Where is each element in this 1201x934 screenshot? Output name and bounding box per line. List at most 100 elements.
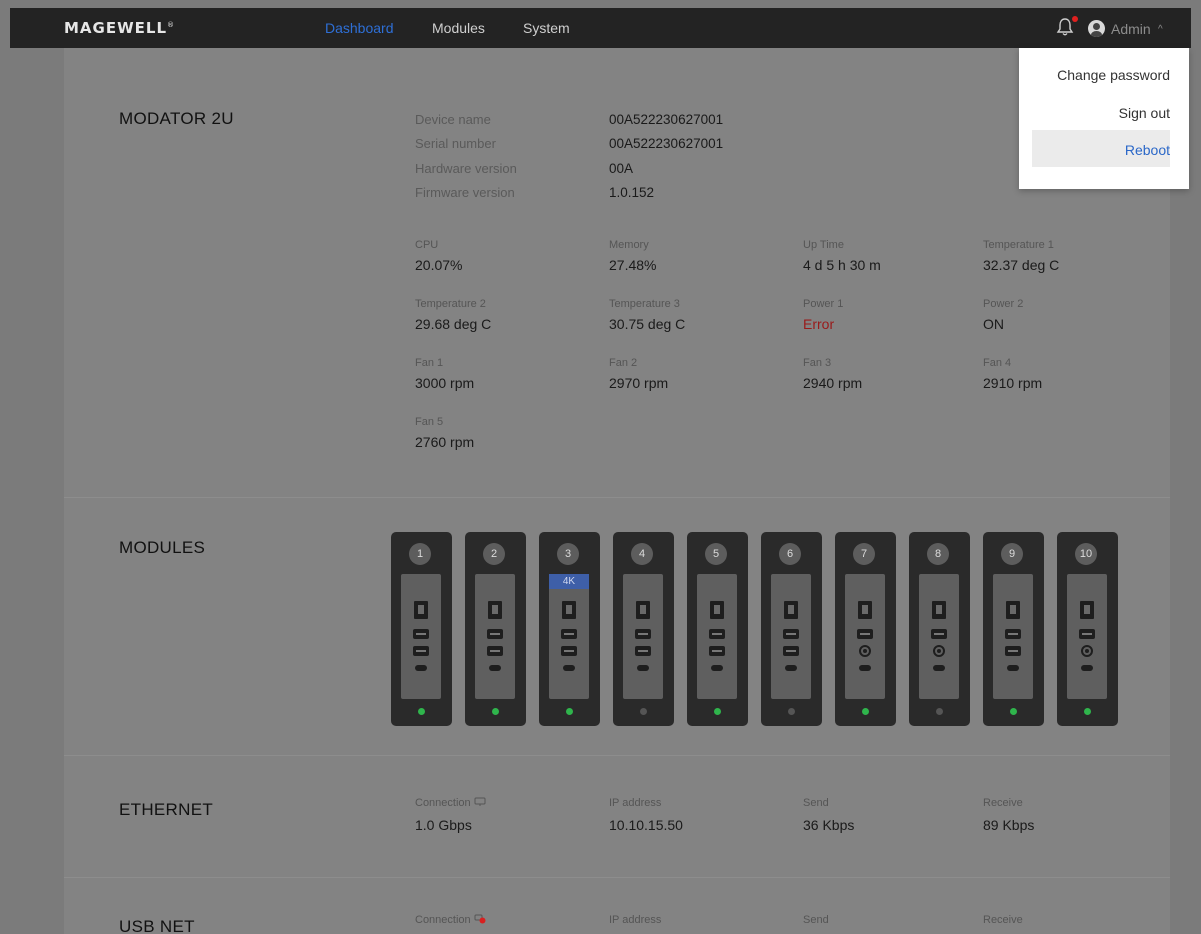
info-value-firmware: 1.0.152: [609, 185, 655, 200]
hdmi-port-icon: [487, 646, 503, 656]
usb-c-port-icon: [933, 665, 945, 671]
module-slot-4[interactable]: 4: [613, 532, 674, 726]
module-number: 10: [1075, 543, 1097, 565]
module-slot-1[interactable]: 1: [391, 532, 452, 726]
connection-label: Connection: [415, 797, 471, 809]
connection-monitor-icon: [474, 797, 486, 806]
nav-system[interactable]: System: [523, 20, 570, 36]
info-label-hardware: Hardware version: [415, 161, 517, 176]
usb-c-port-icon: [489, 665, 501, 671]
stat-label: Power 1: [803, 298, 844, 310]
reboot-item[interactable]: Reboot: [1125, 142, 1170, 158]
info-value-hardware: 00A: [609, 161, 634, 176]
info-label-serial: Serial number: [415, 136, 496, 151]
hdmi-port-icon: [487, 629, 503, 639]
hdmi-port-icon: [931, 629, 947, 639]
module-slot-8[interactable]: 8: [909, 532, 970, 726]
module-number: 5: [705, 543, 727, 565]
hdmi-port-icon: [1005, 629, 1021, 639]
stat-label: IP address: [609, 797, 662, 809]
sdi-port-icon: [859, 645, 871, 657]
module-slot-2[interactable]: 2: [465, 532, 526, 726]
avatar-icon[interactable]: [1088, 20, 1105, 37]
stat-label: Fan 5: [415, 416, 444, 428]
hdmi-port-icon: [561, 646, 577, 656]
module-slot-10[interactable]: 10: [1057, 532, 1118, 726]
user-menu-label[interactable]: Admin: [1111, 21, 1151, 37]
chevron-up-icon[interactable]: ^: [1158, 24, 1163, 35]
info-value-serial: 00A522230627001: [609, 136, 724, 151]
section-divider: [64, 497, 1170, 498]
stat-value: 2970 rpm: [609, 375, 669, 391]
notification-dot: [1072, 16, 1078, 22]
brand-logo[interactable]: MAGEWELL®: [64, 19, 175, 37]
status-led: [492, 708, 499, 715]
stat-value: 4 d 5 h 30 m: [803, 257, 881, 273]
module-slot-9[interactable]: 9: [983, 532, 1044, 726]
ethernet-port-icon: [1080, 601, 1094, 619]
module-port-panel: [845, 574, 885, 699]
stat-label: Receive: [983, 914, 1023, 926]
usb-c-port-icon: [785, 665, 797, 671]
stat-value: ON: [983, 316, 1004, 332]
sign-out-item[interactable]: Sign out: [1119, 105, 1170, 121]
status-led: [788, 708, 795, 715]
status-led: [566, 708, 573, 715]
connection-label: Connection: [415, 914, 471, 926]
usb-c-port-icon: [859, 665, 871, 671]
ethernet-port-icon: [932, 601, 946, 619]
stat-label: Connection: [415, 797, 486, 809]
stat-label: Temperature 3: [609, 298, 680, 310]
change-password-item[interactable]: Change password: [1057, 67, 1170, 83]
module-number: 8: [927, 543, 949, 565]
module-number: 4: [631, 543, 653, 565]
stat-value: 29.68 deg C: [415, 316, 492, 332]
status-led: [418, 708, 425, 715]
module-slot-5[interactable]: 5: [687, 532, 748, 726]
stat-value: 2910 rpm: [983, 375, 1043, 391]
sdi-port-icon: [1081, 645, 1093, 657]
ethernet-port-icon: [784, 601, 798, 619]
module-port-panel: [549, 574, 589, 699]
module-slot-6[interactable]: 6: [761, 532, 822, 726]
module-number: 6: [779, 543, 801, 565]
usb-c-port-icon: [415, 665, 427, 671]
brand-mark: ®: [167, 21, 176, 29]
status-led: [1010, 708, 1017, 715]
module-port-panel: [401, 574, 441, 699]
ethernet-port-icon: [1006, 601, 1020, 619]
module-slot-3[interactable]: 3 4K: [539, 532, 600, 726]
nav-dashboard[interactable]: Dashboard: [325, 20, 394, 36]
user-menu-dropdown: Change password Sign out Reboot: [1019, 48, 1189, 189]
usb-c-port-icon: [1081, 665, 1093, 671]
module-number: 1: [409, 543, 431, 565]
usb-c-port-icon: [637, 665, 649, 671]
ethernet-port-icon: [636, 601, 650, 619]
nav-modules[interactable]: Modules: [432, 20, 485, 36]
device-title: MODATOR 2U: [119, 109, 234, 128]
usbnet-title: USB NET: [119, 917, 195, 934]
hdmi-port-icon: [635, 646, 651, 656]
stat-value: 30.75 deg C: [609, 316, 686, 332]
module-port-panel: [919, 574, 959, 699]
module-slot-7[interactable]: 7: [835, 532, 896, 726]
stat-label: IP address: [609, 914, 662, 926]
stat-value: 89 Kbps: [983, 817, 1035, 833]
info-label-firmware: Firmware version: [415, 185, 515, 200]
stat-value: 10.10.15.50: [609, 817, 683, 833]
sdi-port-icon: [933, 645, 945, 657]
brand-name: MAGEWELL: [64, 19, 168, 37]
stat-value: 1.0 Gbps: [415, 817, 472, 833]
stat-label: Send: [803, 914, 829, 926]
section-divider: [64, 755, 1170, 756]
section-divider: [64, 877, 1170, 878]
stat-label: Memory: [609, 239, 649, 251]
hdmi-port-icon: [1005, 646, 1021, 656]
info-value-device-name: 00A522230627001: [609, 112, 724, 127]
hdmi-port-icon: [1079, 629, 1095, 639]
modules-title: MODULES: [119, 538, 206, 557]
stat-label: Power 2: [983, 298, 1024, 310]
stat-value: 20.07%: [415, 257, 463, 273]
ethernet-port-icon: [488, 601, 502, 619]
ethernet-port-icon: [562, 601, 576, 619]
